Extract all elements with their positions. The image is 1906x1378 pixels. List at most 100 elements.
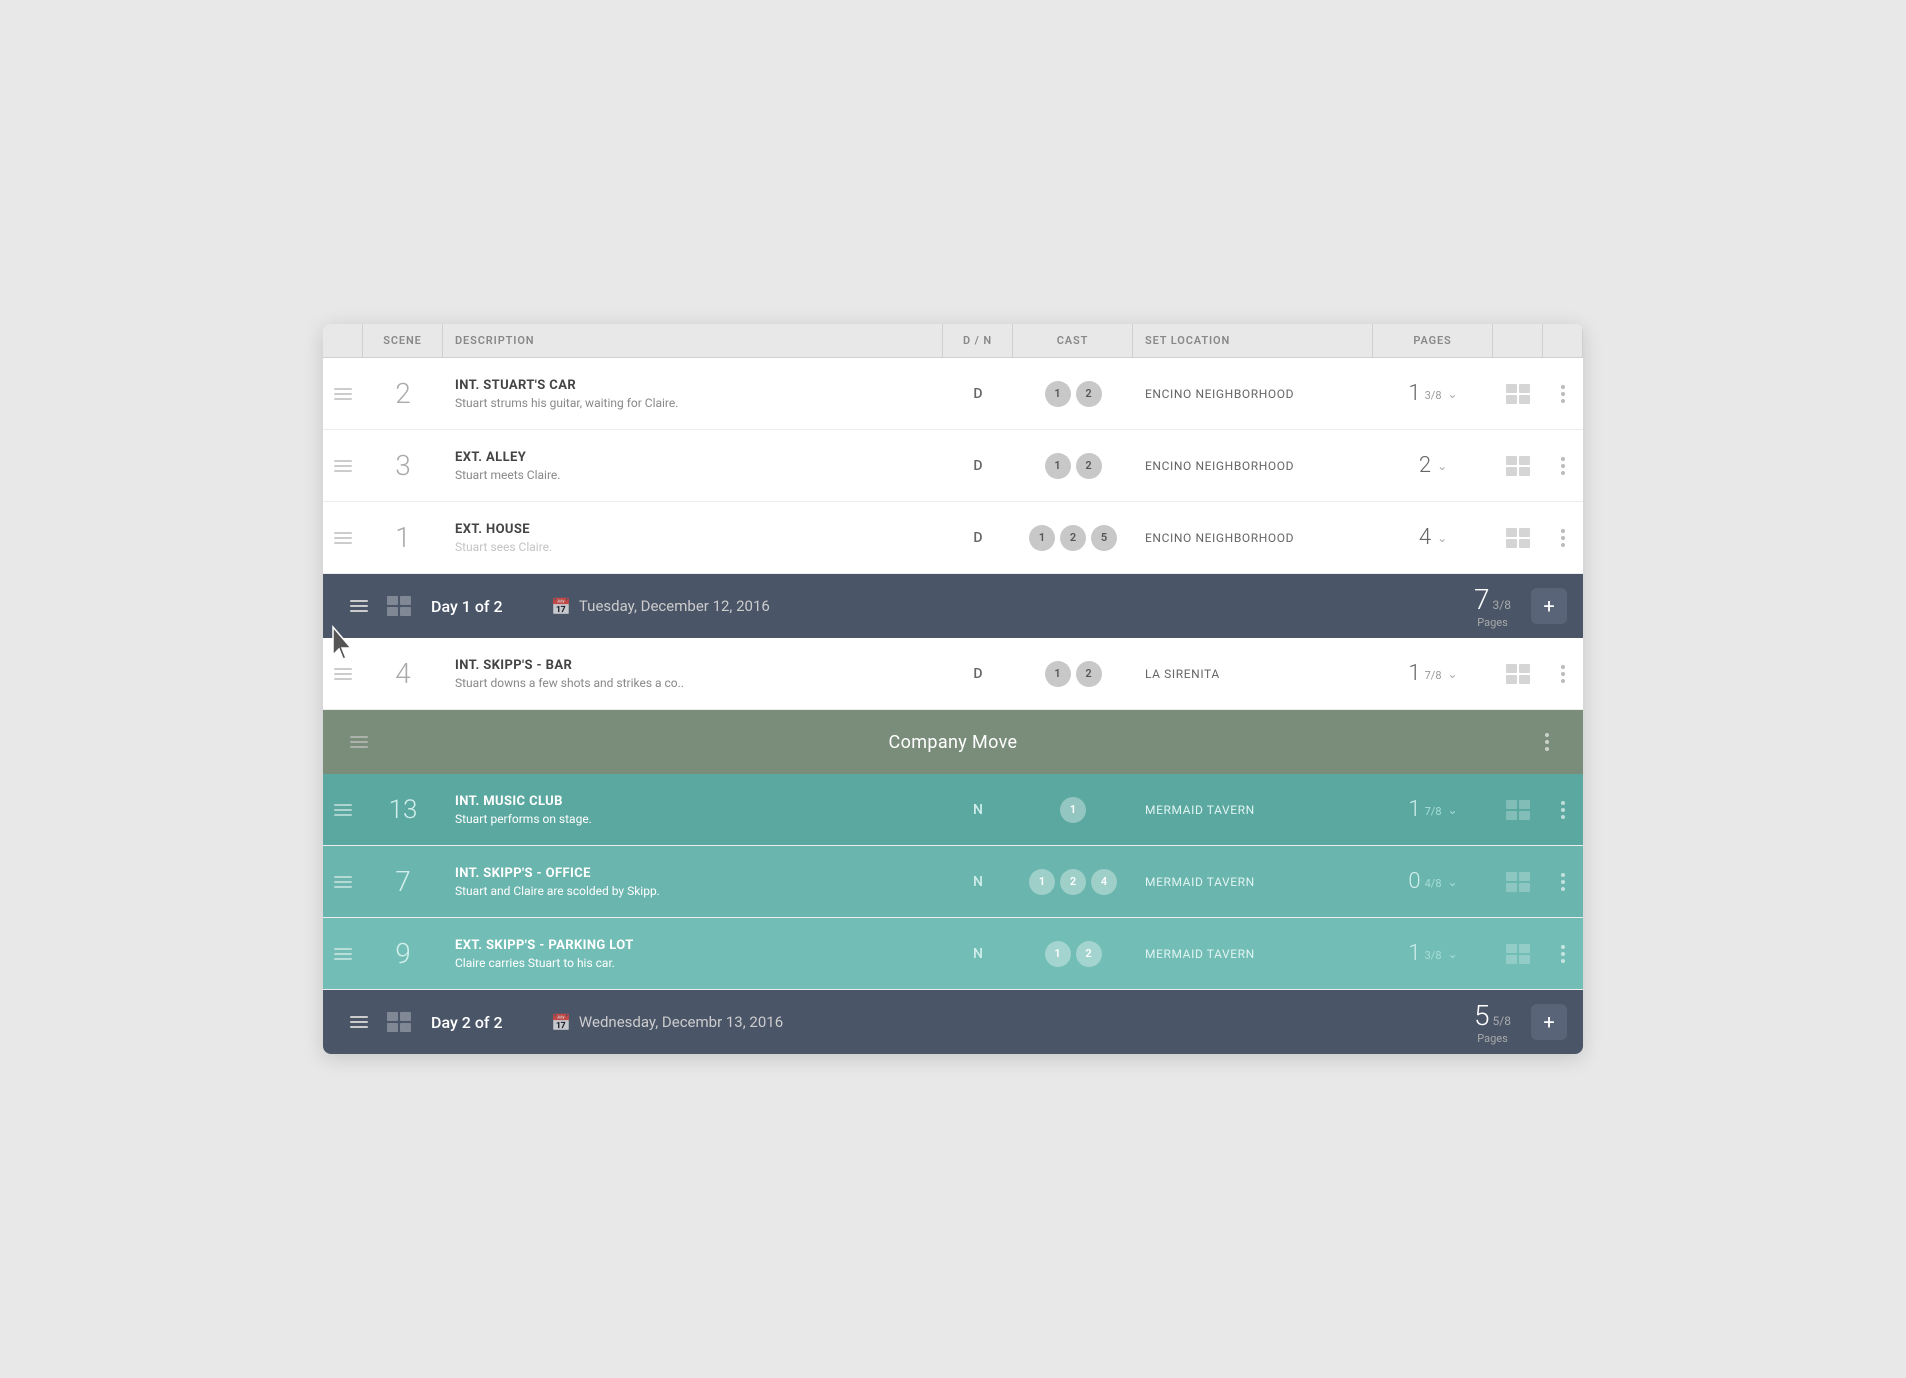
scene-cast-13: 1: [1013, 787, 1133, 833]
scene-pages-9: 1 3/8 ⌄: [1373, 931, 1493, 976]
header-pages: PAGES: [1373, 324, 1493, 357]
more-options-13[interactable]: [1543, 791, 1583, 829]
more-options-company-move[interactable]: [1527, 723, 1567, 761]
scene-dn-7: N: [943, 864, 1013, 900]
scene-dn-3: D: [943, 448, 1013, 484]
scene-pages-2: 1 3/8 ⌄: [1373, 371, 1493, 416]
scene-dn-13: N: [943, 792, 1013, 828]
scene-cast-9: 1 2: [1013, 931, 1133, 977]
more-options-3[interactable]: [1543, 447, 1583, 485]
scene-number-2: 2: [363, 367, 443, 420]
storyboard-icon-2[interactable]: [1493, 374, 1543, 414]
scene-description-7: INT. SKIPP'S - OFFICE Stuart and Claire …: [443, 856, 943, 908]
storyboard-icon-3[interactable]: [1493, 446, 1543, 486]
cast-badge: 2: [1076, 453, 1102, 479]
calendar-icon: 📅: [551, 597, 571, 616]
cast-badge: 1: [1029, 525, 1055, 551]
cast-badge: 5: [1091, 525, 1117, 551]
scene-description-4: INT. SKIPP'S - BAR Stuart downs a few sh…: [443, 648, 943, 700]
chevron-down-icon[interactable]: ⌄: [1437, 531, 1447, 545]
cast-badge: 1: [1045, 941, 1071, 967]
scene-pages-13: 1 7/8 ⌄: [1373, 787, 1493, 832]
scene-number-13: 13: [363, 785, 443, 835]
chevron-down-icon[interactable]: ⌄: [1448, 387, 1458, 401]
table-row: 7 INT. SKIPP'S - OFFICE Stuart and Clair…: [323, 846, 1583, 918]
chevron-down-icon[interactable]: ⌄: [1448, 803, 1458, 817]
add-scene-button-2[interactable]: +: [1531, 1004, 1567, 1040]
drag-handle-2[interactable]: [323, 374, 363, 414]
company-move-drag[interactable]: [339, 722, 379, 762]
scene-pages-4: 1 7/8 ⌄: [1373, 651, 1493, 696]
drag-handle-9[interactable]: [323, 934, 363, 974]
scene-location-9: MERMAID TAVERN: [1133, 937, 1373, 971]
table-row: 13 INT. MUSIC CLUB Stuart performs on st…: [323, 774, 1583, 846]
scene-cast-3: 1 2: [1013, 443, 1133, 489]
cast-badge: 2: [1076, 941, 1102, 967]
scene-description-2: INT. STUART'S CAR Stuart strums his guit…: [443, 368, 943, 420]
header-storyboard: [1493, 324, 1543, 357]
drag-handle-13[interactable]: [323, 790, 363, 830]
scene-number-9: 9: [363, 927, 443, 980]
header-drag: [323, 324, 363, 357]
more-options-4[interactable]: [1543, 655, 1583, 693]
drag-handle-7[interactable]: [323, 862, 363, 902]
cast-badge: 1: [1029, 869, 1055, 895]
table-row: 3 EXT. ALLEY Stuart meets Claire. D 1 2 …: [323, 430, 1583, 502]
company-move-label: Company Move: [379, 732, 1527, 753]
day-label-1: Day 1 of 2: [431, 597, 551, 616]
table-row: 9 EXT. SKIPP'S - PARKING LOT Claire carr…: [323, 918, 1583, 990]
day-drag-2[interactable]: [339, 1012, 379, 1032]
scene-number-7: 7: [363, 855, 443, 908]
drag-handle-3[interactable]: [323, 446, 363, 486]
cast-badge: 2: [1060, 525, 1086, 551]
more-options-9[interactable]: [1543, 935, 1583, 973]
scene-number-4: 4: [363, 647, 443, 700]
cast-badge: 1: [1045, 661, 1071, 687]
header-location: SET LOCATION: [1133, 324, 1373, 357]
storyboard-icon-9[interactable]: [1493, 934, 1543, 974]
scene-description-9: EXT. SKIPP'S - PARKING LOT Claire carrie…: [443, 928, 943, 980]
drag-handle-4[interactable]: [323, 654, 363, 694]
scene-pages-7: 0 4/8 ⌄: [1373, 859, 1493, 904]
storyboard-icon-4[interactable]: [1493, 654, 1543, 694]
add-scene-button-1[interactable]: +: [1531, 588, 1567, 624]
more-options-2[interactable]: [1543, 375, 1583, 413]
header-row: SCENE DESCRIPTION D / N CAST SET LOCATIO…: [323, 324, 1583, 358]
scene-location-7: MERMAID TAVERN: [1133, 865, 1373, 899]
scene-description-3: EXT. ALLEY Stuart meets Claire.: [443, 440, 943, 492]
table-row: 1 EXT. HOUSE Stuart sees Claire. D 1 2 5…: [323, 502, 1583, 574]
cast-badge: 2: [1076, 381, 1102, 407]
storyboard-icon-1[interactable]: [1493, 518, 1543, 558]
scene-location-3: ENCINO NEIGHBORHOOD: [1133, 449, 1373, 483]
cast-badge: 1: [1045, 453, 1071, 479]
scene-cast-1: 1 2 5: [1013, 515, 1133, 561]
chevron-down-icon[interactable]: ⌄: [1437, 459, 1447, 473]
day-drag-1[interactable]: [339, 596, 379, 616]
chevron-down-icon[interactable]: ⌄: [1448, 875, 1458, 889]
more-options-7[interactable]: [1543, 863, 1583, 901]
cast-badge: 1: [1045, 381, 1071, 407]
cast-badge: 2: [1060, 869, 1086, 895]
chevron-down-icon[interactable]: ⌄: [1448, 947, 1458, 961]
table-row: 2 INT. STUART'S CAR Stuart strums his gu…: [323, 358, 1583, 430]
day-storyboard-2[interactable]: [379, 1012, 419, 1032]
day-storyboard-1[interactable]: [379, 596, 419, 616]
storyboard-icon-7[interactable]: [1493, 862, 1543, 902]
header-dn: D / N: [943, 324, 1013, 357]
header-description: DESCRIPTION: [443, 324, 943, 357]
scene-description-13: INT. MUSIC CLUB Stuart performs on stage…: [443, 784, 943, 836]
scene-pages-1: 4 ⌄: [1373, 515, 1493, 560]
drag-handle-1[interactable]: [323, 518, 363, 558]
more-options-1[interactable]: [1543, 519, 1583, 557]
storyboard-icon-13[interactable]: [1493, 790, 1543, 830]
scene-pages-3: 2 ⌄: [1373, 443, 1493, 488]
chevron-down-icon[interactable]: ⌄: [1448, 667, 1458, 681]
scene-dn-9: N: [943, 936, 1013, 972]
scene-number-1: 1: [363, 511, 443, 564]
scene-dn-2: D: [943, 376, 1013, 412]
cast-badge: 1: [1060, 797, 1086, 823]
day-2-bar: Day 2 of 2 📅 Wednesday, Decembr 13, 2016…: [323, 990, 1583, 1054]
day-date-1: 📅 Tuesday, December 12, 2016: [551, 597, 1474, 616]
scene-location-2: ENCINO NEIGHBORHOOD: [1133, 377, 1373, 411]
header-scene: SCENE: [363, 324, 443, 357]
